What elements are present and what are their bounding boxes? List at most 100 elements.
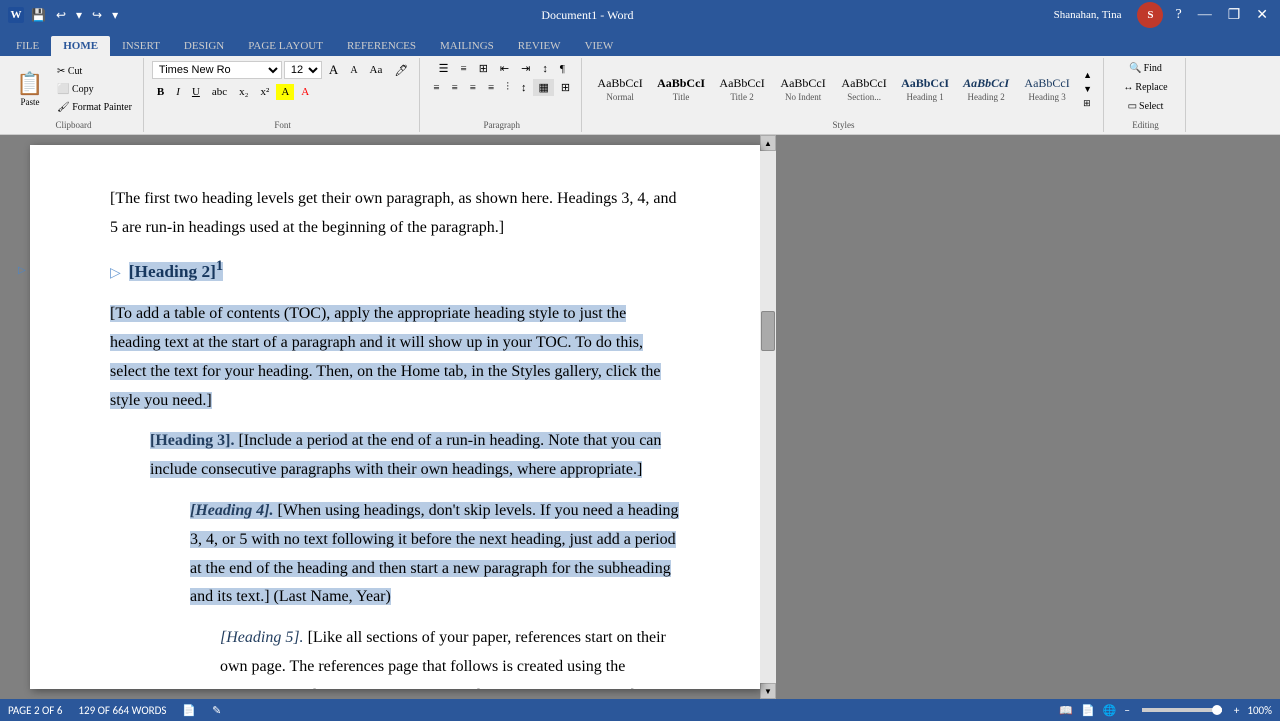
restore-btn[interactable]: ❐ — [1224, 7, 1245, 24]
quick-access-toolbar: W 💾 ↩ ▾ ↪ ▾ — [8, 6, 121, 25]
justify-btn[interactable]: ≡ — [483, 80, 499, 96]
decrease-indent-btn[interactable]: ⇤ — [495, 60, 514, 77]
zoom-level[interactable]: 100% — [1247, 704, 1272, 717]
customize-btn[interactable]: ▾ — [109, 6, 121, 25]
indent-marker: ▷ — [18, 265, 28, 275]
bullets-btn[interactable]: ☰ — [434, 60, 454, 77]
scroll-down-btn[interactable]: ▼ — [760, 683, 776, 699]
cut-button[interactable]: ✂ Cut — [52, 63, 137, 80]
styles-down-arrow[interactable]: ▼ — [1078, 82, 1097, 96]
copy-button[interactable]: ⬜ Copy — [52, 81, 137, 98]
tab-design[interactable]: DESIGN — [172, 36, 236, 56]
redo-btn[interactable]: ↪ — [89, 6, 105, 25]
heading2-arrow: ▷ — [110, 266, 121, 281]
page-count[interactable]: PAGE 2 OF 6 — [8, 704, 62, 717]
tab-references[interactable]: REFERENCES — [335, 36, 428, 56]
scroll-up-btn[interactable]: ▲ — [760, 135, 776, 151]
style-title[interactable]: AaBbCcI Title — [651, 60, 711, 118]
zoom-out-btn[interactable]: − — [1124, 704, 1129, 717]
style-title2-preview: AaBbCcI — [719, 76, 764, 90]
tab-insert[interactable]: INSERT — [110, 36, 172, 56]
style-heading1[interactable]: AaBbCcI Heading 1 — [895, 60, 955, 118]
left-margin: ▷ — [0, 135, 30, 699]
undo-btn[interactable]: ↩ — [53, 6, 69, 25]
select-button[interactable]: ▭ Select — [1123, 98, 1169, 115]
clipboard-group-label: Clipboard — [55, 118, 91, 130]
window-controls: Shanahan, Tina S ? — ❐ ✕ — [1054, 2, 1272, 28]
tab-file[interactable]: FILE — [4, 36, 51, 56]
subscript-button[interactable]: x₂ — [234, 84, 253, 100]
font-name-select[interactable]: Times New Ro — [152, 61, 282, 79]
underline-button[interactable]: U — [187, 84, 205, 100]
font-size-select[interactable]: 12 — [284, 61, 322, 79]
minimize-btn[interactable]: — — [1194, 7, 1216, 23]
font-color-btn[interactable]: A — [296, 84, 314, 100]
superscript-button[interactable]: x² — [256, 84, 275, 100]
align-right-btn[interactable]: ≡ — [465, 80, 481, 96]
text-highlight-btn[interactable]: A — [276, 84, 294, 100]
tab-mailings[interactable]: MAILINGS — [428, 36, 506, 56]
undo-dropdown[interactable]: ▾ — [73, 6, 85, 25]
font-group-label: Font — [274, 118, 291, 130]
font-group: Times New Ro 12 A A Aa 🖊 B I U abc x₂ x²… — [146, 58, 420, 132]
bold-button[interactable]: B — [152, 84, 169, 100]
style-title2[interactable]: AaBbCcI Title 2 — [712, 60, 772, 118]
align-left-btn[interactable]: ≡ — [428, 80, 444, 96]
find-button[interactable]: 🔍 Find — [1124, 60, 1167, 77]
zoom-in-btn[interactable]: + — [1234, 704, 1239, 717]
font-format-row: B I U abc x₂ x² A A — [152, 84, 314, 100]
tab-page-layout[interactable]: PAGE LAYOUT — [236, 36, 335, 56]
styles-expand-btn[interactable]: ⊞ — [1078, 96, 1097, 111]
styles-up-arrow[interactable]: ▲ — [1078, 68, 1097, 82]
columns-btn[interactable]: ⫶ — [501, 79, 514, 96]
line-spacing-btn[interactable]: ↕ — [516, 80, 532, 96]
italic-button[interactable]: I — [171, 84, 185, 100]
grow-font-btn[interactable]: A — [324, 60, 343, 80]
window-title: Document1 - Word — [121, 8, 1054, 23]
paste-label: Paste — [21, 97, 40, 107]
tab-view[interactable]: VIEW — [573, 36, 626, 56]
sort-btn[interactable]: ↕ — [537, 61, 553, 77]
zoom-slider[interactable] — [1142, 708, 1222, 712]
heading2-text: [Heading 2]1 — [129, 262, 223, 281]
zoom-thumb[interactable] — [1212, 705, 1222, 715]
align-center-btn[interactable]: ≡ — [447, 80, 463, 96]
clear-format-btn[interactable]: 🖊 — [389, 62, 413, 79]
strikethrough-button[interactable]: abc — [207, 84, 232, 100]
style-heading2[interactable]: AaBbCcI Heading 2 — [956, 60, 1016, 118]
style-heading1-label: Heading 1 — [906, 92, 943, 102]
tab-review[interactable]: REVIEW — [506, 36, 573, 56]
numbering-btn[interactable]: ≡ — [455, 61, 471, 77]
multilevel-btn[interactable]: ⊞ — [474, 60, 493, 77]
style-no-indent[interactable]: AaBbCcI No Indent — [773, 60, 833, 118]
web-layout-btn[interactable]: 🌐 — [1103, 704, 1117, 717]
format-painter-button[interactable]: 🖌 Format Painter — [52, 99, 137, 116]
increase-indent-btn[interactable]: ⇥ — [516, 60, 535, 77]
styles-group: AaBbCcI Normal AaBbCcI Title AaBbCcI Tit… — [584, 58, 1104, 132]
shading-btn[interactable]: ▦ — [533, 79, 553, 96]
borders-btn[interactable]: ⊞ — [556, 79, 575, 96]
scroll-thumb[interactable] — [761, 311, 775, 351]
style-heading3[interactable]: AaBbCcI Heading 3 — [1017, 60, 1077, 118]
change-case-btn[interactable]: Aa — [365, 62, 388, 78]
save-btn[interactable]: 💾 — [28, 6, 49, 25]
scroll-track[interactable] — [760, 151, 776, 683]
paste-button[interactable]: 📋 Paste — [10, 63, 50, 115]
word-count[interactable]: 129 OF 664 WORDS — [78, 704, 166, 717]
read-mode-btn[interactable]: 📖 — [1059, 704, 1073, 717]
close-btn[interactable]: ✕ — [1252, 7, 1272, 24]
style-heading2-label: Heading 2 — [967, 92, 1004, 102]
help-btn[interactable]: ? — [1171, 7, 1185, 23]
title-bar: W 💾 ↩ ▾ ↪ ▾ Document1 - Word Shanahan, T… — [0, 0, 1280, 30]
style-section[interactable]: AaBbCcI Section... — [834, 60, 894, 118]
print-layout-btn[interactable]: 📄 — [1081, 704, 1095, 717]
show-formatting-btn[interactable]: ¶ — [555, 61, 570, 77]
document-page[interactable]: [The first two heading levels get their … — [30, 145, 760, 689]
tab-home[interactable]: HOME — [51, 36, 110, 56]
shrink-font-btn[interactable]: A — [345, 63, 362, 78]
style-normal[interactable]: AaBbCcI Normal — [590, 60, 650, 118]
font-name-row: Times New Ro 12 A A Aa 🖊 — [152, 60, 413, 80]
ribbon: 📋 Paste ✂ Cut ⬜ Copy 🖌 Format Painter Cl… — [0, 56, 1280, 135]
replace-button[interactable]: ↔ Replace — [1118, 79, 1172, 96]
style-section-label: Section... — [847, 92, 881, 102]
